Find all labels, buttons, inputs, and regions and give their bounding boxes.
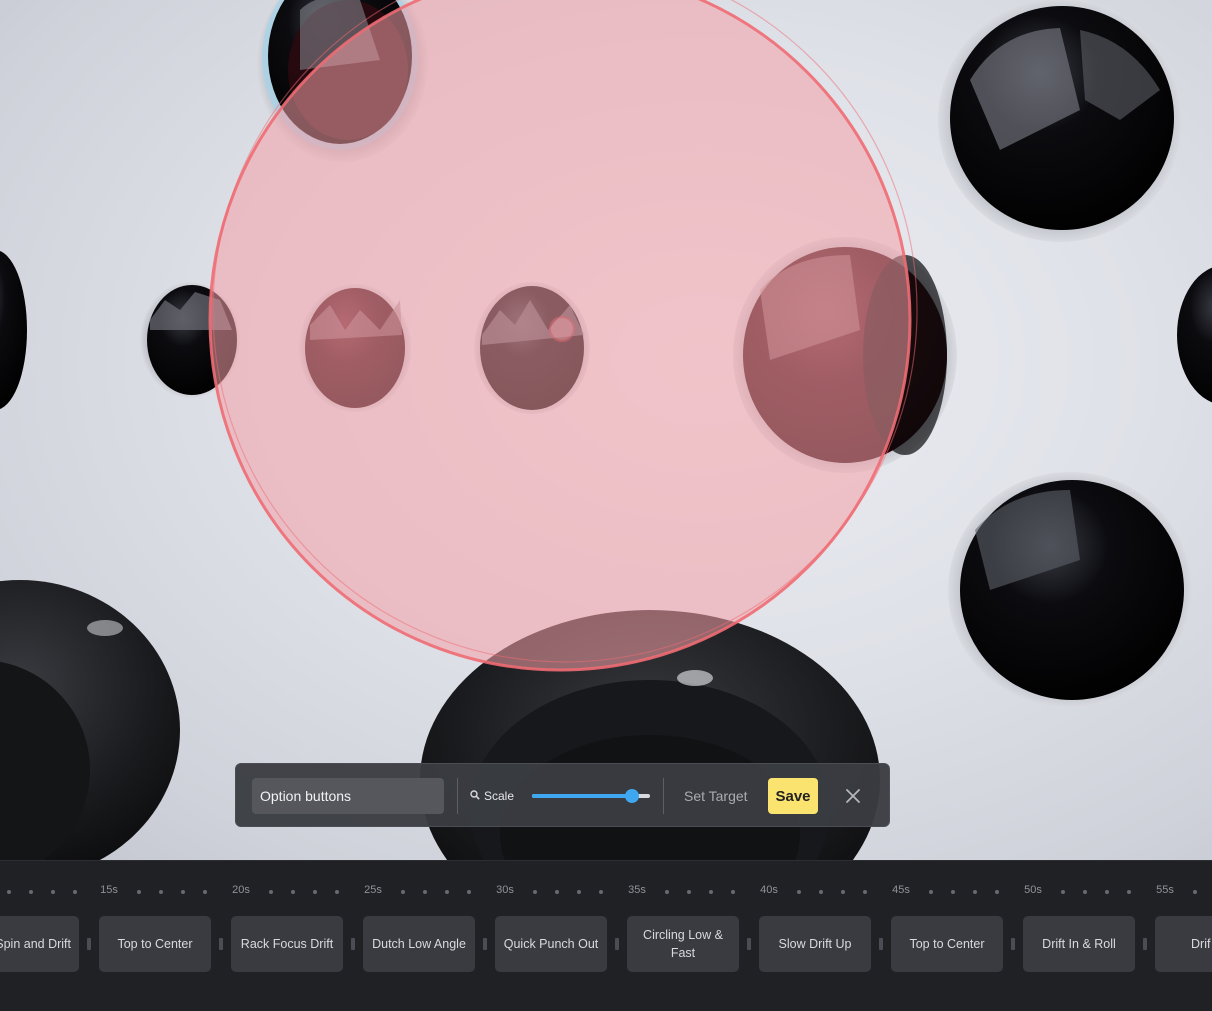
tick-dot bbox=[709, 890, 713, 894]
tick-dot bbox=[665, 890, 669, 894]
controller-render bbox=[0, 0, 1212, 860]
timeline-clip[interactable]: Rack Focus Drift bbox=[231, 916, 343, 972]
magnifier-icon bbox=[470, 789, 480, 803]
clip-label: Circling Low & Fast bbox=[643, 928, 723, 960]
toolbar-divider bbox=[457, 778, 458, 814]
tick-dot bbox=[599, 890, 603, 894]
tick-dot bbox=[203, 890, 207, 894]
tick-dot bbox=[73, 890, 77, 894]
clip-separator[interactable] bbox=[87, 938, 91, 950]
timeline-clip[interactable]: Top to Center bbox=[891, 916, 1003, 972]
tick-label: 20s bbox=[232, 884, 250, 896]
tick-label: 55s bbox=[1156, 884, 1174, 896]
tick-dot bbox=[7, 890, 11, 894]
tick-dot bbox=[401, 890, 405, 894]
tick-label: 45s bbox=[892, 884, 910, 896]
clip-separator[interactable] bbox=[747, 938, 751, 950]
tick-dot bbox=[929, 890, 933, 894]
slider-fill bbox=[532, 794, 633, 798]
clip-label: Slow Drift Up bbox=[778, 937, 852, 951]
timeline[interactable]: 15s 20s 25s 30s 35s 40s 45s 50s 55s w Spin and D… bbox=[0, 860, 1212, 1011]
clip-label: Quick Punch Out bbox=[503, 937, 599, 951]
clip-separator[interactable] bbox=[1011, 938, 1015, 950]
scale-label: Scale bbox=[484, 789, 515, 803]
tick-dot bbox=[533, 890, 537, 894]
scale-slider[interactable] bbox=[532, 789, 650, 803]
tick-label: 25s bbox=[364, 884, 382, 896]
tick-label: 40s bbox=[760, 884, 778, 896]
tick-dot bbox=[1105, 890, 1109, 894]
clip-label: Rack Focus Drift bbox=[240, 937, 334, 951]
timeline-clip[interactable]: Quick Punch Out bbox=[495, 916, 607, 972]
tick-dot bbox=[137, 890, 141, 894]
clip-separator[interactable] bbox=[483, 938, 487, 950]
set-target-button[interactable]: Set Target bbox=[682, 778, 750, 814]
tick-label: 30s bbox=[496, 884, 514, 896]
tick-dot bbox=[1083, 890, 1087, 894]
tick-dot bbox=[995, 890, 999, 894]
tick-dot bbox=[423, 890, 427, 894]
tick-dot bbox=[731, 890, 735, 894]
slider-thumb[interactable] bbox=[625, 789, 640, 803]
tick-dot bbox=[687, 890, 691, 894]
tick-dot bbox=[577, 890, 581, 894]
tick-dot bbox=[797, 890, 801, 894]
timeline-clip[interactable]: Dutch Low Angle bbox=[363, 916, 475, 972]
timeline-clip[interactable]: Top to Center bbox=[99, 916, 211, 972]
close-icon bbox=[846, 789, 860, 803]
clip-separator[interactable] bbox=[879, 938, 883, 950]
clip-separator[interactable] bbox=[615, 938, 619, 950]
tick-dot bbox=[1061, 890, 1065, 894]
clip-separator[interactable] bbox=[219, 938, 223, 950]
target-name-input[interactable] bbox=[252, 778, 444, 814]
tick-dot bbox=[51, 890, 55, 894]
clip-label: Top to Center bbox=[117, 937, 193, 951]
target-toolbar: Scale Set Target Save bbox=[235, 763, 890, 827]
tick-dot bbox=[973, 890, 977, 894]
tick-dot bbox=[445, 890, 449, 894]
tick-dot bbox=[159, 890, 163, 894]
toolbar-divider bbox=[663, 778, 664, 814]
scale-group: Scale bbox=[470, 764, 514, 828]
timeline-clip[interactable]: w Spin and Drift bbox=[0, 916, 79, 972]
tick-dot bbox=[313, 890, 317, 894]
tick-label: 15s bbox=[100, 884, 118, 896]
tick-dot bbox=[467, 890, 471, 894]
save-button[interactable]: Save bbox=[768, 778, 818, 814]
tick-dot bbox=[1193, 890, 1197, 894]
clip-label: Drift In & Roll bbox=[1042, 937, 1116, 951]
clip-label: w Spin and Drift bbox=[0, 937, 71, 951]
clip-label: Top to Center bbox=[909, 937, 985, 951]
timeline-ruler[interactable]: 15s 20s 25s 30s 35s 40s 45s 50s 55s bbox=[0, 861, 1212, 901]
tick-dot bbox=[819, 890, 823, 894]
tick-dot bbox=[335, 890, 339, 894]
tick-dot bbox=[29, 890, 33, 894]
clip-separator[interactable] bbox=[351, 938, 355, 950]
tick-dot bbox=[841, 890, 845, 894]
timeline-clip[interactable]: Drift In & Roll bbox=[1023, 916, 1135, 972]
tick-label: 50s bbox=[1024, 884, 1042, 896]
tick-dot bbox=[269, 890, 273, 894]
clip-label: Drif bbox=[1191, 937, 1211, 951]
timeline-clip[interactable]: Drif bbox=[1155, 916, 1212, 972]
timeline-clip[interactable]: Slow Drift Up bbox=[759, 916, 871, 972]
tick-dot bbox=[863, 890, 867, 894]
tick-dot bbox=[951, 890, 955, 894]
tick-dot bbox=[555, 890, 559, 894]
close-button[interactable] bbox=[840, 782, 866, 810]
clip-separator[interactable] bbox=[1143, 938, 1147, 950]
tick-label: 35s bbox=[628, 884, 646, 896]
tick-dot bbox=[291, 890, 295, 894]
tick-dot bbox=[1127, 890, 1131, 894]
tick-dot bbox=[181, 890, 185, 894]
scene-viewport[interactable] bbox=[0, 0, 1212, 860]
timeline-clip[interactable]: Circling Low & Fast bbox=[627, 916, 739, 972]
clip-label: Dutch Low Angle bbox=[372, 937, 466, 951]
